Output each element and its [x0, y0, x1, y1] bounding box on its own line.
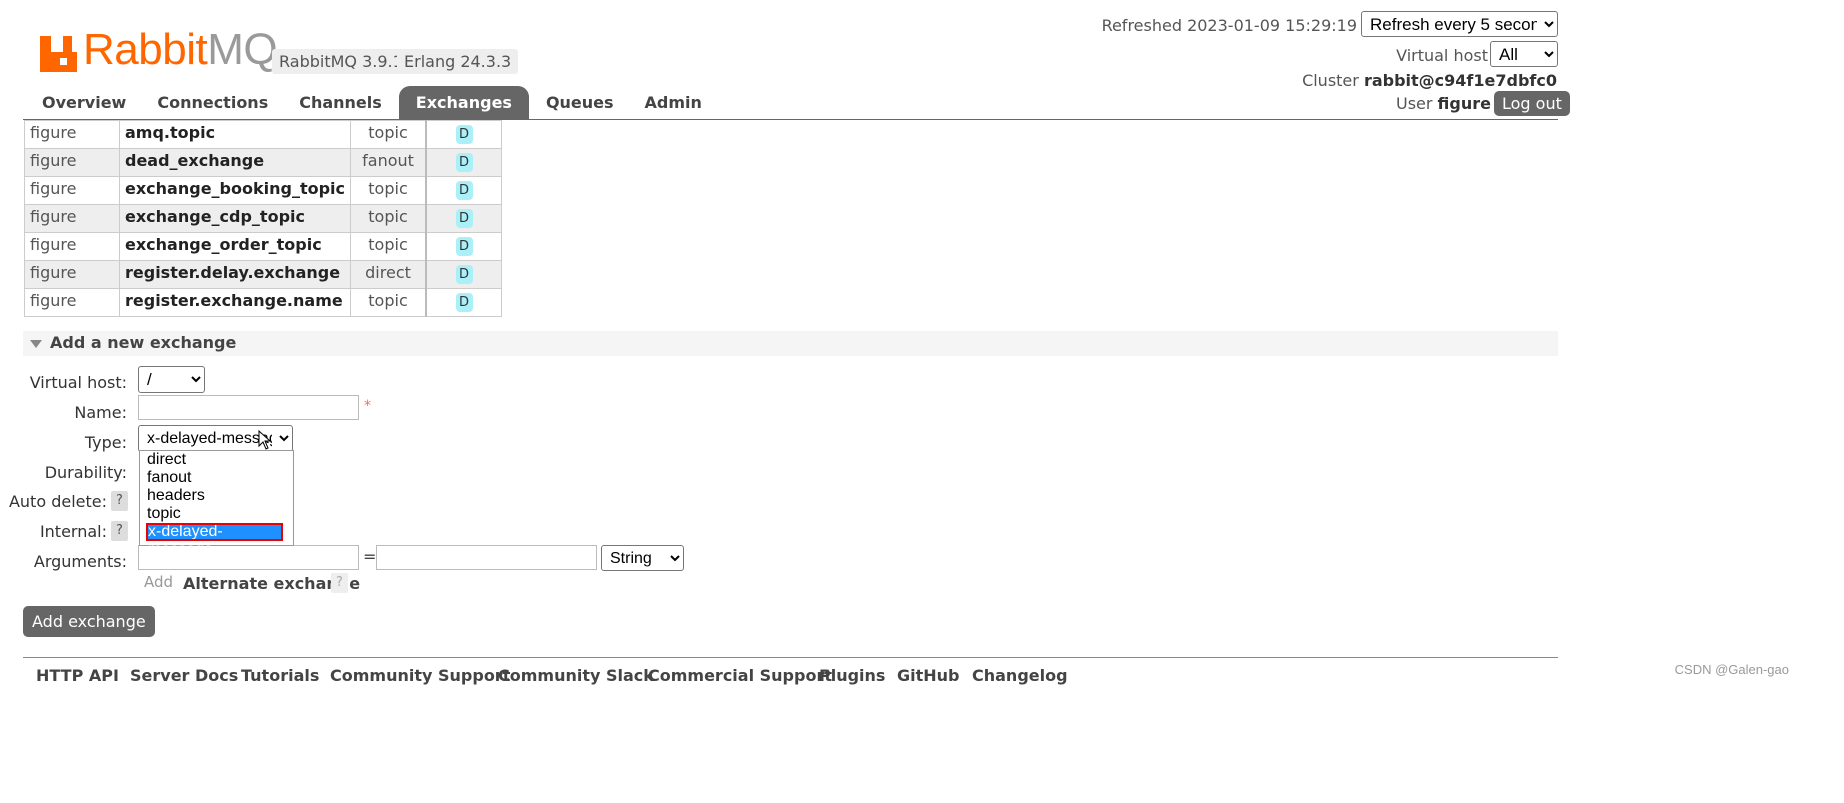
- exchange-type: topic: [350, 232, 427, 261]
- argument-value-input[interactable]: [376, 545, 597, 570]
- add-argument-link[interactable]: Add: [144, 573, 173, 591]
- tab-queues[interactable]: Queues: [532, 86, 628, 119]
- durable-badge: D: [455, 153, 473, 172]
- type-dropdown-list: direct fanout headers topic x-delayed-me…: [139, 450, 294, 558]
- table-row: figure exchange_booking_topic topic D: [24, 176, 503, 205]
- durable-badge: D: [455, 181, 473, 200]
- tab-admin[interactable]: Admin: [631, 86, 716, 119]
- exchange-name-link[interactable]: register.delay.exchange: [118, 260, 352, 289]
- type-option-headers[interactable]: headers: [140, 487, 293, 505]
- add-exchange-title: Add a new exchange: [50, 333, 237, 352]
- tab-channels[interactable]: Channels: [285, 86, 396, 119]
- exchange-type: fanout: [350, 148, 427, 177]
- internal-help-icon[interactable]: ?: [111, 521, 128, 541]
- footer-link-github[interactable]: GitHub: [897, 666, 960, 685]
- exchange-vhost: figure: [24, 176, 120, 205]
- name-input[interactable]: [138, 395, 359, 420]
- virtual-host-label: Virtual host: [1396, 46, 1488, 65]
- main-nav-tabs: Overview Connections Channels Exchanges …: [28, 86, 719, 119]
- exchange-type: topic: [350, 288, 427, 317]
- table-row: figure register.exchange.name topic D: [24, 288, 503, 317]
- alternate-exchange-help-icon[interactable]: ?: [331, 573, 348, 593]
- footer-link-http-api[interactable]: HTTP API: [36, 666, 119, 685]
- logo-text-rabbit: Rabbit: [83, 25, 208, 74]
- csdn-watermark: CSDN @Galen-gao: [1674, 662, 1789, 677]
- auto-delete-field-label: Auto delete:: [8, 492, 107, 511]
- table-row: figure register.delay.exchange direct D: [24, 260, 503, 289]
- refresh-interval-select[interactable]: Refresh every 5 seconds: [1361, 11, 1558, 37]
- mouse-cursor-icon: [258, 430, 272, 450]
- table-row: figure amq.topic topic D: [24, 120, 503, 149]
- exchange-type: topic: [350, 120, 427, 149]
- equals-sign: =: [363, 547, 377, 566]
- name-field-label: Name:: [74, 403, 127, 422]
- table-row: figure exchange_order_topic topic D: [24, 232, 503, 261]
- virtual-host-field-select[interactable]: /: [138, 366, 205, 393]
- user-label: User: [1395, 94, 1433, 113]
- add-exchange-section-header[interactable]: Add a new exchange: [23, 331, 1558, 356]
- exchange-name-link[interactable]: exchange_booking_topic: [118, 176, 352, 205]
- tab-overview[interactable]: Overview: [28, 86, 140, 119]
- virtual-host-field-label: Virtual host:: [29, 373, 127, 392]
- type-option-fanout[interactable]: fanout: [140, 469, 293, 487]
- footer-link-changelog[interactable]: Changelog: [972, 666, 1068, 685]
- footer-link-community-slack[interactable]: Community Slack: [498, 666, 654, 685]
- durable-badge: D: [455, 265, 473, 284]
- virtual-host-select[interactable]: All: [1490, 41, 1558, 67]
- cluster-info: Cluster rabbit@c94f1e7dbfc0: [1302, 71, 1557, 90]
- footer-link-plugins[interactable]: Plugins: [819, 666, 885, 685]
- type-field-label: Type:: [84, 433, 127, 452]
- exchange-vhost: figure: [24, 288, 120, 317]
- internal-field-label: Internal:: [39, 522, 107, 541]
- user-name: figure: [1437, 94, 1491, 113]
- auto-delete-help-icon[interactable]: ?: [111, 491, 128, 511]
- add-exchange-button[interactable]: Add exchange: [23, 606, 155, 637]
- footer-divider: [23, 657, 1558, 658]
- exchange-vhost: figure: [24, 232, 120, 261]
- footer-link-community-support[interactable]: Community Support: [330, 666, 510, 685]
- table-row: figure exchange_cdp_topic topic D: [24, 204, 503, 233]
- required-asterisk: *: [364, 398, 371, 414]
- exchange-name-link[interactable]: register.exchange.name: [118, 288, 352, 317]
- arguments-field-label: Arguments:: [33, 552, 127, 571]
- exchange-name-link[interactable]: exchange_order_topic: [118, 232, 352, 261]
- type-option-topic[interactable]: topic: [140, 505, 293, 523]
- exchanges-table: figure amq.topic topic D figure dead_exc…: [24, 120, 503, 317]
- footer-link-tutorials[interactable]: Tutorials: [241, 666, 319, 685]
- exchange-type: topic: [350, 204, 427, 233]
- exchange-name-link[interactable]: exchange_cdp_topic: [118, 204, 352, 233]
- refreshed-timestamp: Refreshed 2023-01-09 15:29:19: [1101, 16, 1357, 35]
- tab-exchanges[interactable]: Exchanges: [398, 86, 529, 119]
- cluster-name: rabbit@c94f1e7dbfc0: [1363, 71, 1557, 90]
- exchange-vhost: figure: [24, 148, 120, 177]
- exchange-type: topic: [350, 176, 427, 205]
- footer-link-server-docs[interactable]: Server Docs: [130, 666, 238, 685]
- durable-badge: D: [455, 237, 473, 256]
- type-option-x-delayed-message[interactable]: x-delayed-message: [146, 523, 283, 558]
- argument-type-select[interactable]: String: [601, 545, 684, 571]
- rabbitmq-logo: RabbitMQ TM: [40, 28, 303, 72]
- exchange-vhost: figure: [24, 204, 120, 233]
- table-row: figure dead_exchange fanout D: [24, 148, 503, 177]
- exchange-name-link[interactable]: amq.topic: [118, 120, 352, 149]
- exchange-vhost: figure: [24, 120, 120, 149]
- collapse-triangle-icon: [30, 340, 42, 348]
- exchange-name-link[interactable]: dead_exchange: [118, 148, 352, 177]
- footer-link-commercial-support[interactable]: Commercial Support: [648, 666, 832, 685]
- user-info: User figure: [1396, 94, 1491, 113]
- exchange-type: direct: [350, 260, 427, 289]
- exchange-vhost: figure: [24, 260, 120, 289]
- tab-connections[interactable]: Connections: [143, 86, 282, 119]
- logout-button[interactable]: Log out: [1494, 91, 1570, 116]
- durable-badge: D: [455, 125, 473, 144]
- durability-field-label: Durability:: [44, 463, 127, 482]
- durable-badge: D: [455, 293, 473, 312]
- type-option-direct[interactable]: direct: [140, 451, 293, 469]
- rabbitmq-logo-icon: [40, 36, 80, 72]
- cluster-label: Cluster: [1302, 71, 1359, 90]
- durable-badge: D: [455, 209, 473, 228]
- logo-text-mq: MQ: [207, 25, 278, 74]
- erlang-version-badge: Erlang 24.3.3: [397, 49, 519, 74]
